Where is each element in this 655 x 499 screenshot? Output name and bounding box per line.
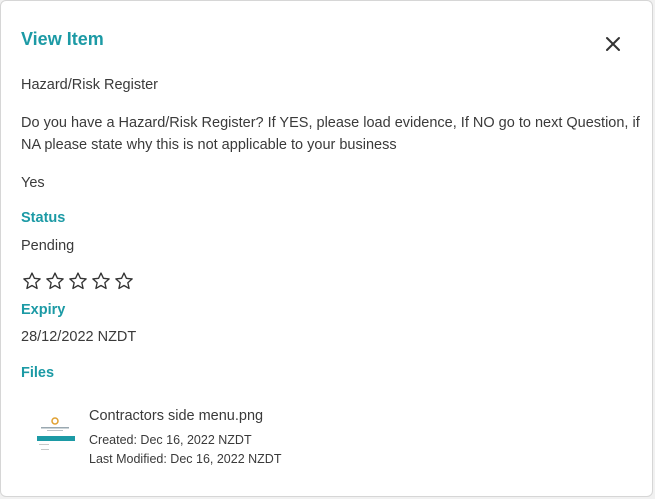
expiry-label: Expiry bbox=[21, 302, 66, 318]
star-icon[interactable] bbox=[45, 271, 65, 291]
status-value: Pending bbox=[21, 238, 75, 254]
star-icon[interactable] bbox=[22, 271, 42, 291]
expiry-value: 28/12/2022 NZDT bbox=[21, 329, 137, 345]
status-label: Status bbox=[21, 210, 66, 226]
view-item-dialog: View Item Hazard/Risk Register Do you ha… bbox=[0, 0, 653, 497]
file-modified: Last Modified: Dec 16, 2022 NZDT bbox=[89, 452, 282, 466]
star-icon[interactable] bbox=[114, 271, 134, 291]
file-thumbnail[interactable] bbox=[35, 417, 75, 453]
files-label: Files bbox=[21, 365, 55, 381]
dialog-title: View Item bbox=[21, 29, 104, 49]
close-icon[interactable] bbox=[604, 35, 622, 53]
file-item[interactable]: Contractors side menu.png Created: Dec 1… bbox=[31, 407, 591, 471]
star-icon[interactable] bbox=[91, 271, 111, 291]
star-icon[interactable] bbox=[68, 271, 88, 291]
item-answer: Yes bbox=[21, 175, 45, 191]
item-question: Do you have a Hazard/Risk Register? If Y… bbox=[21, 115, 640, 153]
item-name: Hazard/Risk Register bbox=[21, 77, 158, 93]
file-name[interactable]: Contractors side menu.png bbox=[89, 408, 263, 424]
star-rating[interactable] bbox=[22, 271, 134, 291]
file-created: Created: Dec 16, 2022 NZDT bbox=[89, 433, 252, 447]
